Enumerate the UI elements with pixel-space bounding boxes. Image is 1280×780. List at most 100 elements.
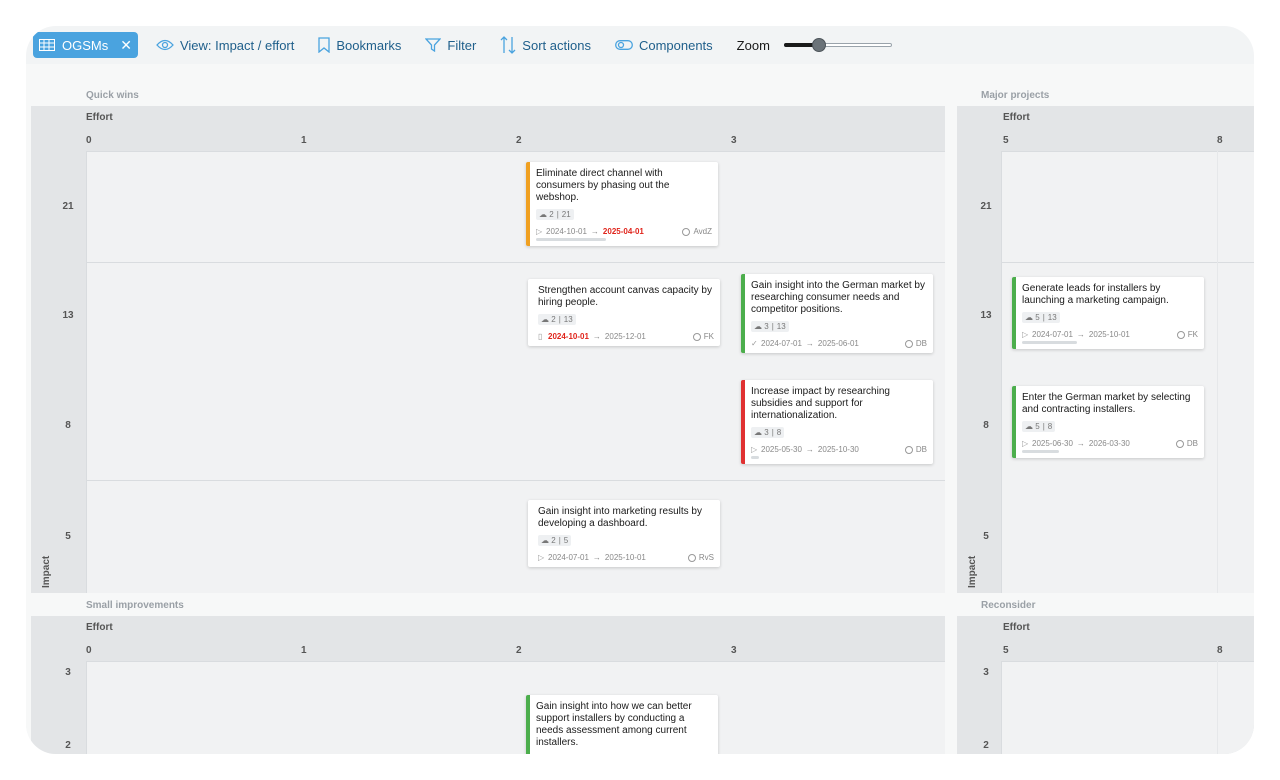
card-title: Gain insight into marketing results by d… bbox=[538, 506, 702, 529]
card-title: Gain insight into how we can better supp… bbox=[536, 701, 692, 748]
grid-row bbox=[87, 262, 945, 263]
action-card[interactable]: Eliminate direct channel with consumers … bbox=[526, 162, 718, 246]
card-score: ☁ 3 | 8 bbox=[751, 427, 785, 438]
zoom-thumb[interactable] bbox=[812, 38, 827, 52]
card-start-date: 2024-07-01 bbox=[761, 339, 802, 348]
effort-tick: 1 bbox=[301, 135, 307, 146]
card-title: Eliminate direct channel with consumers … bbox=[536, 168, 670, 203]
play-icon: ▷ bbox=[751, 445, 758, 454]
card-impact: 13 bbox=[776, 322, 786, 331]
impact-tick: 13 bbox=[980, 310, 992, 321]
effort-axis-label: Effort bbox=[86, 112, 113, 123]
card-footer: ▷ 2025-05-30 → 2025-10-30 DB bbox=[751, 445, 927, 454]
action-card[interactable]: Gain insight into how we can better supp… bbox=[526, 695, 718, 754]
action-card[interactable]: Increase impact by researching subsidies… bbox=[741, 380, 933, 464]
effort-tick: 5 bbox=[1003, 135, 1009, 146]
filter-button[interactable]: Filter bbox=[425, 38, 476, 53]
sort-label: Sort actions bbox=[522, 37, 591, 53]
quadrant-major-projects: Effort 5 8 21 13 8 5 Impact bbox=[957, 106, 1254, 593]
card-end-date: 2025-04-01 bbox=[602, 227, 644, 236]
effort-tick: 5 bbox=[1003, 645, 1009, 656]
grid-row bbox=[87, 661, 945, 662]
grid-row bbox=[87, 480, 945, 481]
card-end-date: 2025-06-01 bbox=[817, 339, 859, 348]
matrix-canvas[interactable]: Quick wins Effort 0 1 2 3 21 13 8 5 Impa… bbox=[26, 64, 1254, 754]
people-icon: ☁ bbox=[539, 210, 547, 219]
grid-column bbox=[1217, 151, 1218, 593]
effort-axis-label: Effort bbox=[1003, 112, 1030, 123]
card-footer: ✓ 2024-07-01 → 2025-06-01 DB bbox=[751, 339, 927, 348]
card-effort: 3 bbox=[764, 322, 769, 331]
zoom-slider[interactable] bbox=[783, 38, 892, 52]
card-effort: 2 bbox=[551, 315, 556, 324]
effort-axis-label: Effort bbox=[86, 622, 113, 633]
action-card[interactable]: Generate leads for installers by launchi… bbox=[1012, 277, 1204, 349]
card-impact: 8 bbox=[1047, 422, 1053, 431]
quadrant-small-improvements: Effort 0 1 2 3 3 2 bbox=[31, 616, 945, 754]
bookmarks-button[interactable]: Bookmarks bbox=[318, 37, 401, 53]
quadrant-grid bbox=[86, 661, 945, 754]
card-title: Strengthen account canvas capacity by hi… bbox=[538, 285, 712, 308]
card-title: Gain insight into the German market by r… bbox=[751, 280, 925, 315]
card-start-date: 2024-10-01 bbox=[548, 332, 589, 341]
close-icon[interactable]: ✕ bbox=[120, 38, 132, 52]
sort-actions-button[interactable]: Sort actions bbox=[500, 36, 591, 54]
card-owner: DB bbox=[1175, 439, 1198, 448]
card-owner: AvdZ bbox=[682, 227, 712, 236]
action-card[interactable]: Gain insight into marketing results by d… bbox=[528, 500, 720, 567]
card-owner-initials: RvS bbox=[698, 553, 714, 562]
card-score: ☁ 2 | 5 bbox=[538, 535, 572, 546]
calendar-icon: ▯ bbox=[538, 332, 543, 341]
people-icon: ☁ bbox=[1025, 422, 1033, 431]
card-owner-initials: AvdZ bbox=[693, 227, 712, 236]
quadrant-label-reconsider: Reconsider bbox=[981, 600, 1036, 611]
card-owner-initials: FK bbox=[1187, 330, 1198, 339]
card-effort: 5 bbox=[1035, 422, 1040, 431]
app-window: OGSMs ✕ View: Impact / effort Bookmarks … bbox=[26, 26, 1254, 754]
impact-axis-label: Impact bbox=[967, 555, 978, 588]
user-icon bbox=[1175, 439, 1184, 448]
card-score: ☁ 2 | 21 bbox=[536, 209, 574, 220]
card-progress bbox=[751, 456, 759, 459]
card-effort: 5 bbox=[1035, 313, 1040, 322]
components-label: Components bbox=[638, 37, 713, 53]
user-icon bbox=[692, 332, 701, 341]
arrow-icon: → bbox=[592, 553, 601, 562]
card-title: Increase impact by researching subsidies… bbox=[751, 386, 890, 421]
view-button[interactable]: View: Impact / effort bbox=[156, 38, 294, 53]
toolbar: OGSMs ✕ View: Impact / effort Bookmarks … bbox=[26, 26, 1254, 64]
components-button[interactable]: Components bbox=[615, 38, 713, 53]
card-start-date: 2024-07-01 bbox=[1032, 330, 1073, 339]
card-owner: RvS bbox=[687, 553, 714, 562]
quadrant-grid bbox=[1001, 661, 1254, 754]
card-score: ☁ 5 | 8 bbox=[1022, 421, 1056, 432]
card-impact: 21 bbox=[561, 210, 571, 219]
card-effort: 2 bbox=[549, 210, 554, 219]
ogsm-chip[interactable]: OGSMs ✕ bbox=[33, 32, 138, 58]
effort-tick: 2 bbox=[516, 645, 522, 656]
card-owner-initials: DB bbox=[915, 339, 927, 348]
impact-tick: 5 bbox=[983, 531, 989, 542]
people-icon: ☁ bbox=[541, 315, 549, 324]
card-owner-initials: DB bbox=[1186, 439, 1198, 448]
impact-tick: 21 bbox=[980, 201, 992, 212]
quadrant-label-small-improvements: Small improvements bbox=[86, 600, 184, 611]
quadrant-reconsider: Effort 5 8 3 2 bbox=[957, 616, 1254, 754]
user-icon bbox=[687, 553, 696, 562]
action-card[interactable]: Gain insight into the German market by r… bbox=[741, 274, 933, 353]
card-impact: 8 bbox=[776, 428, 782, 437]
card-owner: FK bbox=[692, 332, 714, 341]
action-card[interactable]: Enter the German market by selecting and… bbox=[1012, 386, 1204, 458]
card-impact: 5 bbox=[563, 536, 569, 545]
effort-tick: 3 bbox=[731, 645, 737, 656]
card-impact: 13 bbox=[563, 315, 573, 324]
card-owner: DB bbox=[904, 339, 927, 348]
grid-column bbox=[1217, 661, 1218, 754]
action-card[interactable]: Strengthen account canvas capacity by hi… bbox=[528, 279, 720, 346]
card-start-date: 2024-10-01 bbox=[546, 227, 587, 236]
play-icon: ▷ bbox=[536, 227, 543, 236]
people-icon: ☁ bbox=[541, 536, 549, 545]
card-start-date: 2024-07-01 bbox=[548, 553, 589, 562]
card-impact: 13 bbox=[1047, 313, 1057, 322]
quadrant-grid bbox=[86, 151, 945, 593]
